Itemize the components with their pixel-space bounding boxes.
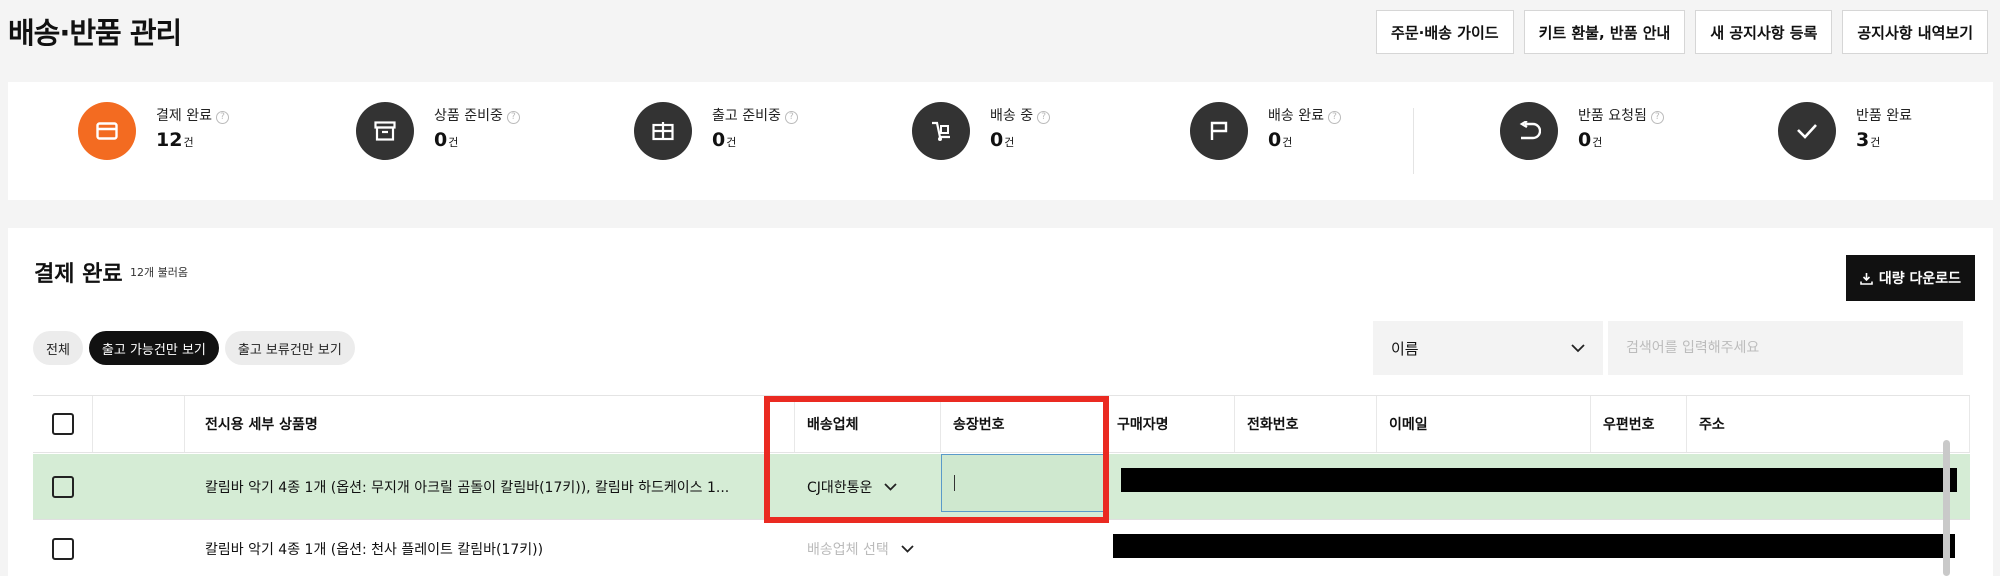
column-header-email: 이메일: [1377, 396, 1591, 452]
row-checkbox[interactable]: [52, 475, 74, 498]
filter-chip-all[interactable]: 전체: [33, 331, 83, 365]
box-icon: [356, 102, 414, 160]
row-checkbox[interactable]: [52, 537, 74, 560]
chevron-down-icon: [884, 482, 898, 491]
page-title: 배송·반품 관리: [8, 16, 182, 50]
header-blank-cell: [93, 396, 185, 452]
table-row[interactable]: 칼림바 악기 4종 1개 (옵션: 무지개 아크릴 곰돌이 칼림바(17키)),…: [33, 454, 1970, 520]
chevron-down-icon: [1571, 343, 1585, 352]
status-count: 3: [1856, 129, 1870, 151]
download-icon: [1860, 272, 1873, 285]
status-preparing-product[interactable]: 상품 준비중? 0건: [356, 102, 596, 182]
status-unit: 건: [448, 136, 459, 149]
column-header-phone: 전화번호: [1235, 396, 1377, 452]
card-icon: [78, 102, 136, 160]
product-name: 칼림바 악기 4종 1개 (옵션: 천사 플레이트 칼림바(17키)): [205, 541, 544, 558]
redacted-buyer-info: [1121, 468, 1957, 492]
filter-chip-on-hold[interactable]: 출고 보류건만 보기: [224, 331, 355, 365]
chevron-down-icon: [901, 544, 914, 553]
bulk-download-label: 대량 다운로드: [1878, 271, 1961, 287]
status-in-delivery[interactable]: 배송 중? 0건: [912, 102, 1152, 182]
dolly-icon: [912, 102, 970, 160]
table-scrollbar[interactable]: [1943, 440, 1950, 576]
package-icon: [634, 102, 692, 160]
text-caret: [954, 475, 955, 491]
row-select-cell: [33, 520, 93, 576]
header-select-all-cell: [33, 396, 93, 452]
status-summary-card: 결제 완료? 12건 상품 준비중? 0건 출고 준비중? 0건 배송 중? 0…: [8, 82, 1993, 200]
new-notice-button[interactable]: 새 공지사항 등록: [1695, 10, 1833, 54]
status-delivered[interactable]: 배송 완료? 0건: [1190, 102, 1430, 182]
help-icon[interactable]: ?: [784, 111, 798, 124]
search-field-value: 이름: [1391, 339, 1419, 358]
status-label: 배송 중: [990, 108, 1034, 124]
section-title: 결제 완료: [34, 262, 123, 287]
column-header-carrier: 배송업체: [795, 396, 941, 452]
filter-chip-releasable[interactable]: 출고 가능건만 보기: [88, 331, 219, 365]
help-icon[interactable]: ?: [1037, 111, 1051, 124]
top-actions: 주문·배송 가이드 키트 환불, 반품 안내 새 공지사항 등록 공지사항 내역…: [1376, 10, 1988, 54]
status-unit: 건: [726, 136, 737, 149]
tracking-number-input[interactable]: [941, 454, 1105, 512]
return-icon: [1500, 102, 1558, 160]
table-header: 전시용 세부 상품명 배송업체 송장번호 구매자명 전화번호 이메일 우편번호 …: [33, 396, 1970, 453]
column-header-buyer: 구매자명: [1105, 396, 1235, 452]
status-count: 0: [1268, 129, 1282, 151]
order-shipping-guide-button[interactable]: 주문·배송 가이드: [1376, 10, 1514, 54]
notice-history-button[interactable]: 공지사항 내역보기: [1842, 10, 1988, 54]
carrier-value: CJ대한통운: [807, 479, 873, 496]
column-header-tracking: 송장번호: [941, 396, 1105, 452]
status-label: 반품 요청됨: [1578, 108, 1647, 124]
redacted-buyer-info: [1113, 534, 1955, 558]
status-label: 상품 준비중: [434, 108, 503, 124]
select-all-checkbox[interactable]: [51, 413, 74, 435]
order-list-card: 결제 완료 12개 불러옴 대량 다운로드 전체 출고 가능건만 보기 출고 보…: [8, 228, 1993, 576]
status-unit: 건: [1592, 136, 1603, 149]
column-header-product: 전시용 세부 상품명: [185, 396, 795, 452]
status-label: 반품 완료: [1856, 108, 1912, 124]
help-icon[interactable]: ?: [506, 111, 520, 124]
status-label: 결제 완료: [156, 108, 212, 124]
orders-table: 전시용 세부 상품명 배송업체 송장번호 구매자명 전화번호 이메일 우편번호 …: [33, 395, 1970, 576]
loaded-count: 12개 불러옴: [130, 266, 188, 279]
search-input[interactable]: [1608, 321, 1963, 375]
help-icon[interactable]: ?: [1650, 111, 1664, 124]
carrier-select[interactable]: 배송업체 선택: [795, 520, 941, 576]
help-icon[interactable]: ?: [1327, 111, 1341, 124]
status-unit: 건: [1282, 136, 1293, 149]
flag-icon: [1190, 102, 1248, 160]
row-select-cell: [33, 454, 93, 519]
help-icon[interactable]: ?: [215, 111, 229, 124]
status-count: 12: [156, 129, 183, 151]
status-count: 0: [1578, 129, 1592, 151]
filter-chips: 전체 출고 가능건만 보기 출고 보류건만 보기: [33, 331, 355, 365]
table-row[interactable]: 칼림바 악기 4종 1개 (옵션: 천사 플레이트 칼림바(17키)) 배송업체…: [33, 520, 1970, 576]
status-payment-complete[interactable]: 결제 완료? 12건: [78, 102, 318, 182]
search-field-select[interactable]: 이름: [1373, 321, 1603, 375]
bulk-download-button[interactable]: 대량 다운로드: [1845, 255, 1975, 301]
status-count: 0: [990, 129, 1004, 151]
status-return-complete[interactable]: 반품 완료 3건: [1778, 102, 2000, 182]
status-label: 출고 준비중: [712, 108, 781, 124]
status-count: 0: [712, 129, 726, 151]
kit-refund-guide-button[interactable]: 키트 환불, 반품 안내: [1523, 10, 1686, 54]
status-unit: 건: [1870, 136, 1881, 149]
status-label: 배송 완료: [1268, 108, 1324, 124]
status-divider: [1413, 108, 1414, 174]
product-name: 칼림바 악기 4종 1개 (옵션: 무지개 아크릴 곰돌이 칼림바(17키)),…: [205, 479, 730, 496]
column-header-zipcode: 우편번호: [1591, 396, 1687, 452]
status-unit: 건: [1004, 136, 1015, 149]
carrier-select[interactable]: CJ대한통운: [795, 454, 941, 519]
status-return-requested[interactable]: 반품 요청됨? 0건: [1500, 102, 1740, 182]
status-preparing-release[interactable]: 출고 준비중? 0건: [634, 102, 874, 182]
column-header-address: 주소: [1687, 396, 1970, 452]
check-icon: [1778, 102, 1836, 160]
carrier-placeholder: 배송업체 선택: [807, 541, 889, 558]
status-unit: 건: [183, 136, 194, 149]
status-count: 0: [434, 129, 448, 151]
